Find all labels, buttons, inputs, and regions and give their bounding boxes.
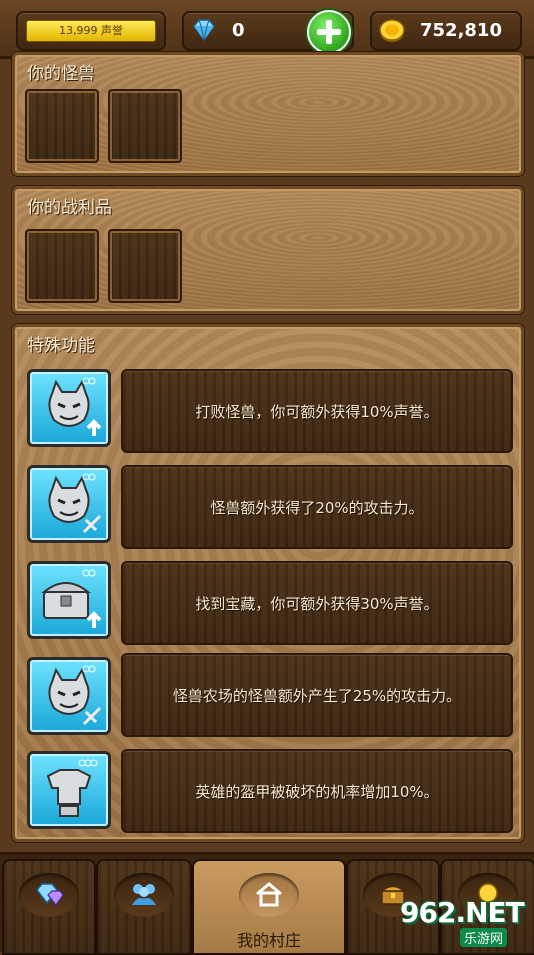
feature-description: 找到宝藏，你可额外获得30%声誉。 bbox=[121, 561, 513, 645]
loot-panel: 你的战利品 bbox=[12, 186, 524, 314]
monster-slot[interactable] bbox=[25, 89, 99, 163]
armor-icon bbox=[27, 751, 111, 829]
top-resource-bar: 13,999 声誉 0 752,810 bbox=[0, 0, 534, 59]
gem-count: 0 bbox=[232, 20, 245, 41]
gold-count: 752,810 bbox=[420, 20, 502, 41]
monsters-panel: 你的怪兽 bbox=[12, 52, 524, 176]
gems-icon bbox=[36, 883, 64, 907]
special-features-title: 特殊功能 bbox=[27, 336, 95, 356]
feature-description: 怪兽额外获得了20%的攻击力。 bbox=[121, 465, 513, 549]
gold-display: 752,810 bbox=[370, 11, 522, 51]
gold-coin-icon bbox=[379, 19, 405, 42]
feature-description: 怪兽农场的怪兽额外产生了25%的攻击力。 bbox=[121, 653, 513, 737]
add-gems-button[interactable] bbox=[307, 10, 351, 54]
loot-slot[interactable] bbox=[25, 229, 99, 303]
users-icon bbox=[132, 884, 156, 905]
tab-my-village-label: 我的村庄 bbox=[236, 931, 301, 950]
feature-description: 英雄的盔甲被破坏的机率增加10%。 bbox=[121, 749, 513, 833]
monster-sword-icon bbox=[27, 657, 111, 735]
loot-panel-title: 你的战利品 bbox=[27, 198, 112, 218]
feature-description: 打败怪兽，你可额外获得10%声誉。 bbox=[121, 369, 513, 453]
loot-slot[interactable] bbox=[108, 229, 182, 303]
monster-boost-icon bbox=[27, 369, 111, 447]
tab-friends[interactable] bbox=[96, 859, 192, 955]
special-features-panel: 特殊功能 打败怪兽，你可额外获得10%声誉。 怪兽额外获得了20%的攻击力。 找… bbox=[12, 324, 524, 842]
monster-slot[interactable] bbox=[108, 89, 182, 163]
house-icon bbox=[256, 882, 282, 907]
site-watermark-text: 乐游网 bbox=[460, 928, 508, 947]
site-watermark-logo: 962.NET bbox=[400, 896, 525, 929]
tab-my-village[interactable]: 我的村庄 bbox=[192, 859, 346, 955]
treasure-chest-boost-icon bbox=[27, 561, 111, 639]
fame-display: 13,999 声誉 bbox=[16, 11, 166, 51]
fame-value: 13,999 声誉 bbox=[26, 20, 156, 42]
tab-gems[interactable] bbox=[2, 859, 96, 955]
diamond-icon bbox=[193, 19, 215, 42]
monster-sword-icon bbox=[27, 465, 111, 543]
monsters-panel-title: 你的怪兽 bbox=[27, 64, 95, 84]
